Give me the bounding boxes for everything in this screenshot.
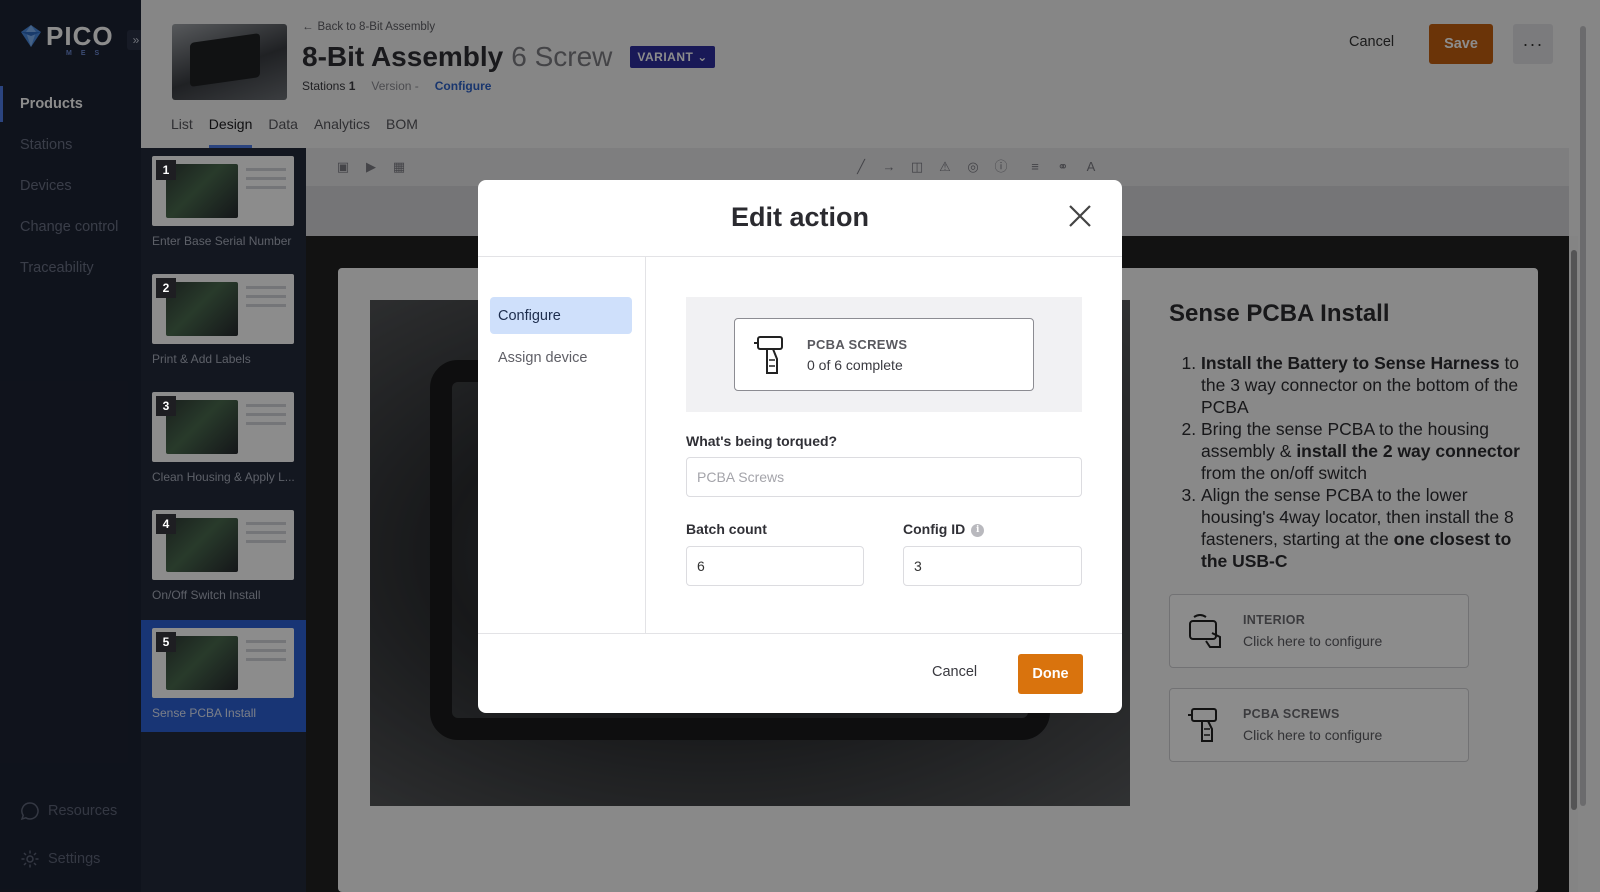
step-number: 5 bbox=[156, 632, 176, 652]
config-id-input[interactable] bbox=[903, 546, 1082, 586]
close-icon[interactable] bbox=[1066, 202, 1094, 230]
edit-action-modal: Edit action Configure Assign device PCBA… bbox=[478, 180, 1122, 713]
modal-title: Edit action bbox=[730, 202, 869, 232]
info-icon[interactable]: i bbox=[971, 523, 985, 537]
step-number: 2 bbox=[156, 278, 176, 298]
done-button[interactable]: Done bbox=[1018, 654, 1083, 694]
screwdriver-drill-icon bbox=[754, 336, 783, 374]
action-preview: PCBA SCREWS 0 of 6 complete bbox=[686, 297, 1082, 412]
step-number: 1 bbox=[156, 160, 176, 180]
torqued-input[interactable] bbox=[686, 457, 1082, 497]
torqued-label: What's being torqued? bbox=[686, 433, 838, 449]
modal-cancel-button[interactable]: Cancel bbox=[932, 664, 977, 680]
batch-count-label: Batch count bbox=[686, 521, 767, 537]
modal-footer-divider bbox=[478, 633, 1122, 634]
preview-card: PCBA SCREWS 0 of 6 complete bbox=[734, 318, 1034, 391]
tab-assign-device[interactable]: Assign device bbox=[490, 339, 632, 376]
step-number: 3 bbox=[156, 396, 176, 416]
config-id-label: Config ID bbox=[903, 521, 966, 537]
preview-card-progress: 0 of 6 complete bbox=[807, 357, 903, 373]
preview-card-title: PCBA SCREWS bbox=[807, 337, 908, 352]
step-number: 4 bbox=[156, 514, 176, 534]
batch-count-input[interactable] bbox=[686, 546, 864, 586]
tab-configure[interactable]: Configure bbox=[490, 297, 632, 334]
config-id-label-wrap: Config ID i bbox=[903, 521, 985, 537]
modal-tab-list: Configure Assign device bbox=[478, 257, 646, 633]
